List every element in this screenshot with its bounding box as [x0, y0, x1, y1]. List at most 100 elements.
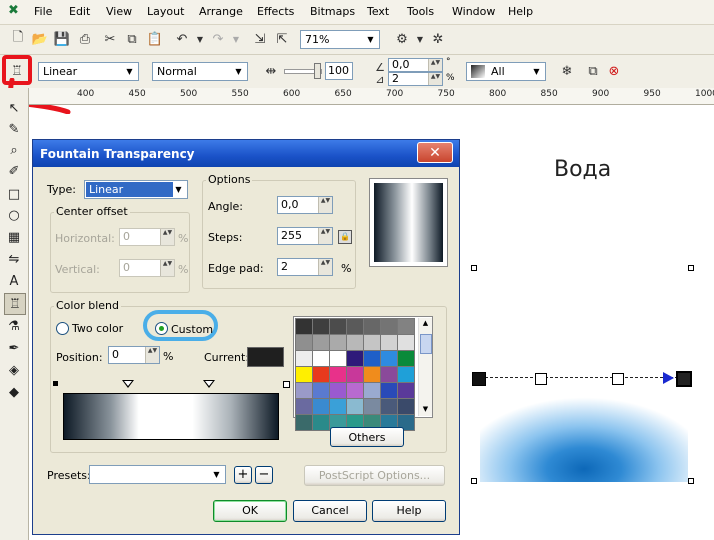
palette-swatch[interactable] — [329, 350, 347, 367]
menu-layout[interactable]: Layout — [147, 5, 184, 18]
shape-tool-icon[interactable]: ✎ — [4, 119, 24, 139]
freeze-icon[interactable]: ❄ — [557, 61, 577, 81]
vertical-input[interactable]: 0 ▲▼ — [119, 259, 175, 277]
ellipse-tool-icon[interactable]: ○ — [4, 205, 24, 225]
cut-icon[interactable]: ✂ — [100, 29, 120, 49]
gradient-bar[interactable] — [63, 393, 279, 440]
zoom-tool-icon[interactable]: ⌕ — [4, 140, 24, 160]
gradient-end-marker[interactable] — [283, 381, 290, 388]
palette-swatch[interactable] — [329, 382, 347, 399]
palette-swatch[interactable] — [312, 414, 330, 431]
current-color-swatch[interactable] — [247, 347, 284, 367]
palette-swatch[interactable] — [380, 350, 398, 367]
palette-swatch[interactable] — [312, 382, 330, 399]
midpoint-slider-thumb[interactable] — [314, 63, 321, 79]
transparency-start-node[interactable] — [472, 372, 486, 386]
palette-swatch[interactable] — [312, 398, 330, 415]
transparency-color-node[interactable] — [612, 373, 624, 385]
palette-swatch[interactable] — [397, 398, 415, 415]
import-icon[interactable]: ⇲ — [250, 29, 270, 49]
palette-swatch[interactable] — [397, 350, 415, 367]
corel-online-icon[interactable]: ✲ — [428, 29, 448, 49]
palette-swatch[interactable] — [329, 398, 347, 415]
selection-handle[interactable] — [471, 265, 477, 271]
palette-swatch[interactable] — [295, 334, 313, 351]
palette-swatch[interactable] — [329, 334, 347, 351]
steps-input[interactable]: 255 ▲▼ — [277, 227, 333, 245]
paste-icon[interactable]: 📋 — [145, 29, 165, 49]
scroll-down-icon[interactable]: ▼ — [419, 404, 432, 415]
zoom-combo[interactable]: 71% ▼ — [300, 30, 380, 49]
spin-arrows-icon[interactable]: ▲▼ — [145, 347, 159, 363]
interactive-fill-tool-icon[interactable]: ◆ — [4, 382, 24, 402]
selection-handle[interactable] — [471, 478, 477, 484]
menu-file[interactable]: File — [34, 5, 52, 18]
copy-transparency-icon[interactable]: ⧉ — [583, 61, 603, 81]
spin-arrows-icon[interactable]: ▲▼ — [160, 229, 174, 245]
menu-window[interactable]: Window — [452, 5, 495, 18]
new-document-icon[interactable]: 🗋 — [8, 29, 28, 49]
spin-arrows-icon[interactable]: ▲▼ — [318, 197, 332, 213]
palette-swatch[interactable] — [295, 398, 313, 415]
palette-swatch[interactable] — [363, 366, 381, 383]
launcher-dropdown-icon[interactable]: ▼ — [410, 29, 430, 49]
others-button[interactable]: Others — [330, 427, 404, 447]
edge-pad-input[interactable]: 2 ▲▼ — [277, 258, 333, 276]
palette-swatch[interactable] — [346, 350, 364, 367]
water-object[interactable] — [480, 352, 688, 482]
transparency-mode-combo[interactable]: Normal ▼ — [152, 62, 248, 81]
horizontal-input[interactable]: 0 ▲▼ — [119, 228, 175, 246]
export-icon[interactable]: ⇱ — [272, 29, 292, 49]
menu-text[interactable]: Text — [367, 5, 389, 18]
palette-swatch[interactable] — [295, 350, 313, 367]
type-combo[interactable]: Linear ▼ — [84, 180, 188, 199]
midpoint-input[interactable]: 100 — [325, 62, 353, 80]
palette-scrollbar[interactable]: ▲ ▼ — [418, 318, 432, 416]
spin-arrows-icon[interactable]: ▲▼ — [428, 59, 442, 71]
outline-tool-icon[interactable]: ✒ — [4, 338, 24, 358]
help-button[interactable]: Help — [372, 500, 446, 522]
menu-view[interactable]: View — [106, 5, 132, 18]
undo-icon[interactable]: ↶ — [172, 29, 192, 49]
palette-swatch[interactable] — [380, 382, 398, 399]
add-preset-button[interactable]: + — [234, 466, 252, 484]
palette-swatch[interactable] — [295, 318, 313, 335]
menu-tools[interactable]: Tools — [407, 5, 434, 18]
palette-swatch[interactable] — [380, 398, 398, 415]
menu-effects[interactable]: Effects — [257, 5, 294, 18]
two-color-radio[interactable] — [56, 322, 69, 335]
palette-swatch[interactable] — [397, 334, 415, 351]
remove-preset-button[interactable]: − — [255, 466, 273, 484]
postscript-options-button[interactable]: PostScript Options... — [304, 465, 445, 486]
spin-arrows-icon[interactable]: ▲▼ — [160, 260, 174, 276]
palette-swatch[interactable] — [346, 334, 364, 351]
graph-paper-tool-icon[interactable]: ▦ — [4, 227, 24, 247]
palette-swatch[interactable] — [363, 350, 381, 367]
palette-swatch[interactable] — [312, 318, 330, 335]
ok-button[interactable]: OK — [213, 500, 287, 522]
palette-swatch[interactable] — [397, 382, 415, 399]
copy-icon[interactable]: ⧉ — [122, 29, 142, 49]
edge-pad-input[interactable]: 2 ▲▼ — [388, 72, 443, 86]
transparency-color-node[interactable] — [535, 373, 547, 385]
angle-input[interactable]: 0,0 ▲▼ — [388, 58, 443, 72]
text-tool-icon[interactable]: A — [4, 271, 24, 291]
presets-combo[interactable]: ▼ — [89, 465, 226, 484]
menu-help[interactable]: Help — [508, 5, 533, 18]
palette-swatch[interactable] — [295, 366, 313, 383]
palette-swatch[interactable] — [397, 366, 415, 383]
palette-swatch[interactable] — [380, 366, 398, 383]
preview-frame[interactable] — [369, 178, 448, 267]
palette-swatch[interactable] — [329, 318, 347, 335]
palette-swatch[interactable] — [363, 334, 381, 351]
freehand-tool-icon[interactable]: ✐ — [4, 161, 24, 181]
palette-swatch[interactable] — [363, 382, 381, 399]
lock-icon[interactable]: 🔒 — [338, 230, 352, 244]
redo-dropdown-icon[interactable]: ▼ — [226, 29, 246, 49]
custom-radio[interactable] — [155, 322, 168, 335]
undo-dropdown-icon[interactable]: ▼ — [190, 29, 210, 49]
connector-tool-icon[interactable]: ⇋ — [4, 249, 24, 269]
palette-swatch[interactable] — [363, 398, 381, 415]
spin-arrows-icon[interactable]: ▲▼ — [318, 228, 332, 244]
palette-swatch[interactable] — [312, 334, 330, 351]
